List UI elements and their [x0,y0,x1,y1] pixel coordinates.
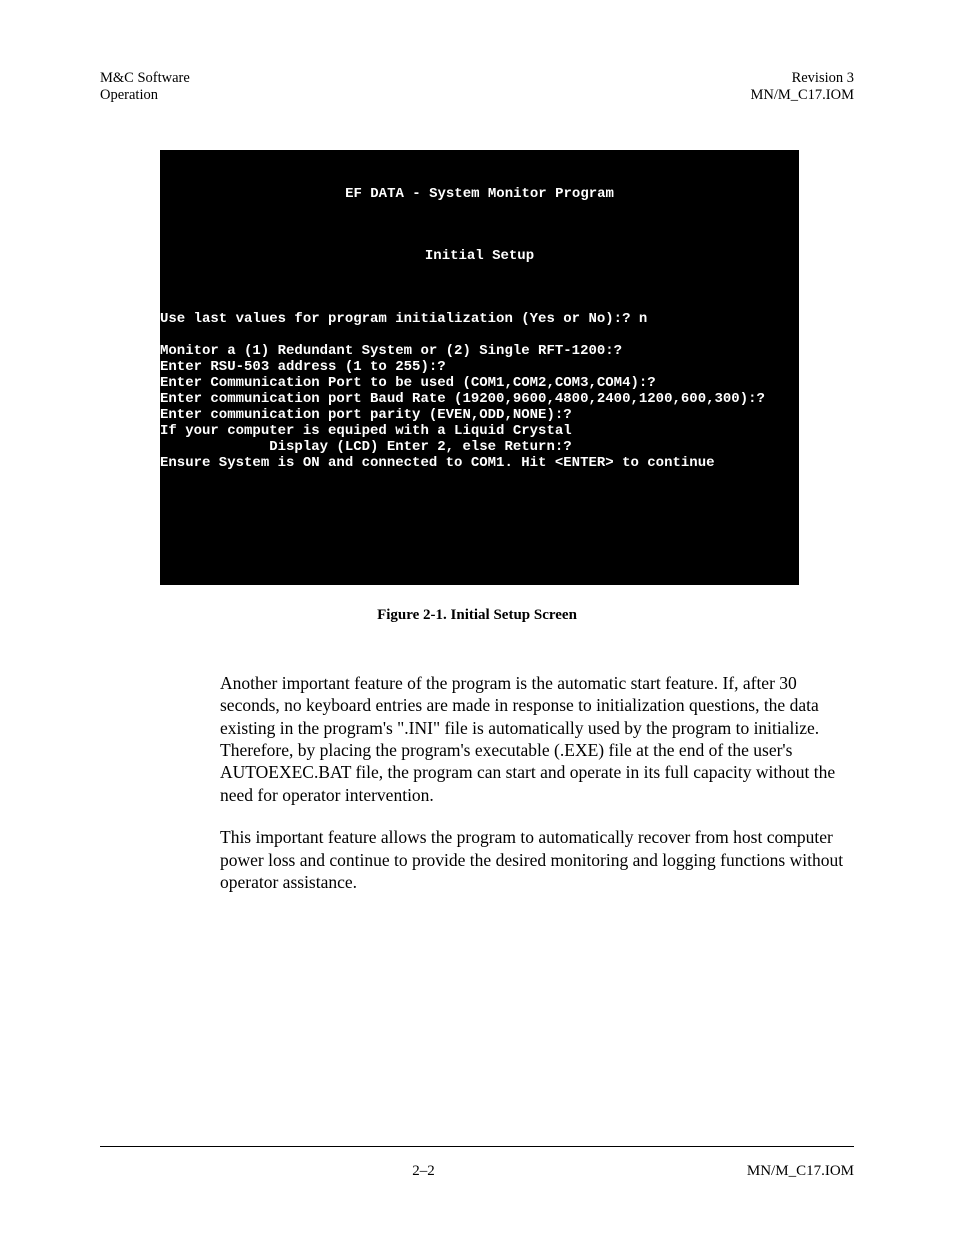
page-footer: 2–2 MN/M_C17.IOM [100,1163,854,1180]
terminal-title: EF DATA - System Monitor Program [160,186,799,202]
terminal-screenshot: EF DATA - System Monitor Program Initial… [160,150,799,585]
header-left: M&C Software Operation [100,70,190,105]
terminal-subtitle: Initial Setup [160,248,799,264]
paragraph-2: This important feature allows the progra… [100,826,854,893]
footer-doc-id: MN/M_C17.IOM [747,1163,854,1180]
figure-caption: Figure 2-1. Initial Setup Screen [100,607,854,624]
page: M&C Software Operation Revision 3 MN/M_C… [0,0,954,1235]
footer-page-number: 2–2 [100,1163,747,1180]
footer-rule [100,1146,854,1147]
paragraph-1: Another important feature of the program… [100,672,854,806]
terminal-body: Use last values for program initializati… [160,311,799,472]
header-right-line2: MN/M_C17.IOM [750,87,854,104]
header-right: Revision 3 MN/M_C17.IOM [750,70,854,105]
header-left-line2: Operation [100,87,190,104]
page-header: M&C Software Operation Revision 3 MN/M_C… [100,70,854,105]
header-right-line1: Revision 3 [750,70,854,87]
header-left-line1: M&C Software [100,70,190,87]
